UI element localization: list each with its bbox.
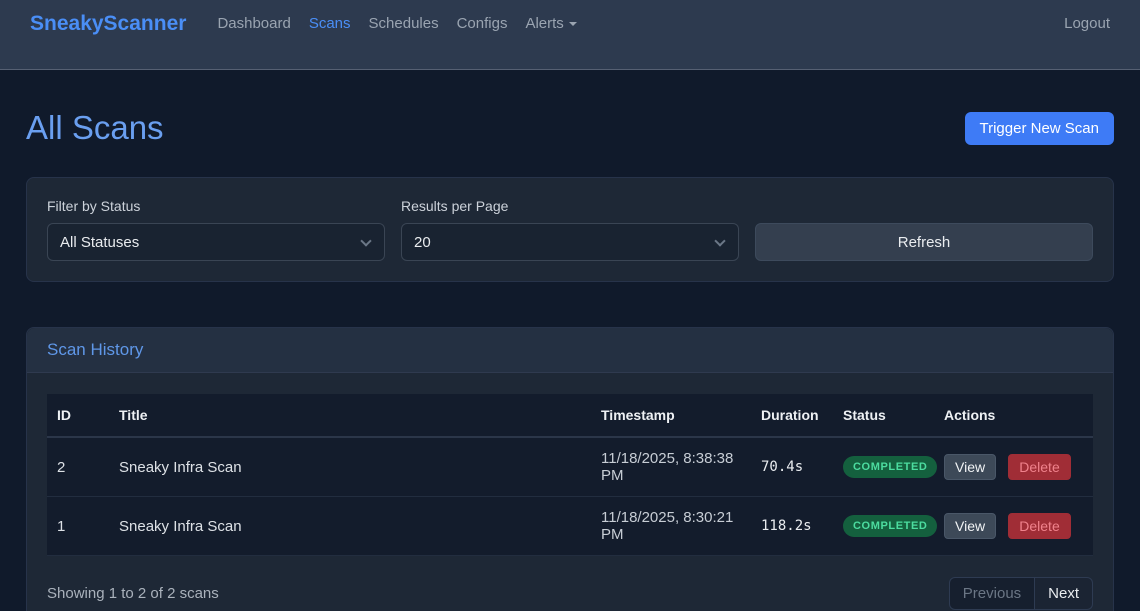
scan-status-cell: COMPLETED: [833, 497, 934, 556]
nav-item-alerts[interactable]: Alerts: [516, 9, 585, 38]
delete-button[interactable]: Delete: [1008, 454, 1070, 480]
status-badge: COMPLETED: [843, 515, 937, 537]
nav-item-schedules[interactable]: Schedules: [360, 9, 448, 38]
trigger-new-scan-button[interactable]: Trigger New Scan: [965, 112, 1115, 145]
scan-id: 2: [47, 437, 109, 497]
refresh-button[interactable]: Refresh: [755, 223, 1093, 261]
results-per-page-group: Results per Page 20: [401, 198, 739, 261]
page-title: All Scans: [26, 109, 164, 147]
scan-timestamp: 11/18/2025, 8:38:38 PM: [591, 437, 751, 497]
navbar: SneakyScanner Dashboard Scans Schedules …: [0, 0, 1140, 70]
showing-count-text: Showing 1 to 2 of 2 scans: [47, 585, 219, 602]
scan-history-card: Scan History ID Title Timestamp Duration…: [26, 327, 1114, 611]
column-header-actions: Actions: [934, 394, 1093, 437]
delete-button[interactable]: Delete: [1008, 513, 1070, 539]
column-header-duration: Duration: [751, 394, 833, 437]
filter-card: Filter by Status All Statuses Results pe…: [26, 177, 1114, 282]
pagination-next-button[interactable]: Next: [1035, 577, 1093, 610]
view-button[interactable]: View: [944, 513, 996, 539]
scan-duration: 118.2s: [751, 497, 833, 556]
column-header-timestamp: Timestamp: [591, 394, 751, 437]
pagination: Previous Next: [949, 577, 1093, 610]
scan-history-header: Scan History: [27, 328, 1113, 373]
scan-title: Sneaky Infra Scan: [109, 437, 591, 497]
scan-id: 1: [47, 497, 109, 556]
scan-status-cell: COMPLETED: [833, 437, 934, 497]
nav-item-scans[interactable]: Scans: [300, 9, 360, 38]
table-header-row: ID Title Timestamp Duration Status Actio…: [47, 394, 1093, 437]
scan-actions-cell: View Delete: [934, 497, 1093, 556]
table-row: 2 Sneaky Infra Scan 11/18/2025, 8:38:38 …: [47, 437, 1093, 497]
chevron-down-icon: [714, 235, 725, 246]
scan-history-table: ID Title Timestamp Duration Status Actio…: [47, 394, 1093, 556]
results-per-page-select[interactable]: 20: [401, 223, 739, 261]
table-footer: Showing 1 to 2 of 2 scans Previous Next: [47, 577, 1093, 610]
view-button[interactable]: View: [944, 454, 996, 480]
scan-duration: 70.4s: [751, 437, 833, 497]
status-badge: COMPLETED: [843, 456, 937, 478]
filter-status-label: Filter by Status: [47, 198, 385, 214]
scan-history-body: ID Title Timestamp Duration Status Actio…: [27, 373, 1113, 611]
column-header-title: Title: [109, 394, 591, 437]
chevron-down-icon: [360, 235, 371, 246]
navbar-inner: SneakyScanner Dashboard Scans Schedules …: [30, 9, 1110, 38]
brand-logo[interactable]: SneakyScanner: [30, 12, 186, 36]
nav-item-alerts-label: Alerts: [525, 15, 563, 32]
results-per-page-value: 20: [414, 234, 431, 251]
scan-title: Sneaky Infra Scan: [109, 497, 591, 556]
scan-timestamp: 11/18/2025, 8:30:21 PM: [591, 497, 751, 556]
scan-actions-cell: View Delete: [934, 437, 1093, 497]
caret-down-icon: [569, 22, 577, 26]
main-content: All Scans Trigger New Scan Filter by Sta…: [0, 109, 1140, 611]
page-header: All Scans Trigger New Scan: [26, 109, 1114, 147]
refresh-group: Refresh: [755, 198, 1093, 261]
nav-item-configs[interactable]: Configs: [448, 9, 517, 38]
logout-link[interactable]: Logout: [1064, 15, 1110, 32]
nav-links: Dashboard Scans Schedules Configs Alerts: [208, 9, 585, 38]
results-per-page-label: Results per Page: [401, 198, 739, 214]
filter-status-group: Filter by Status All Statuses: [47, 198, 385, 261]
status-filter-value: All Statuses: [60, 234, 139, 251]
table-row: 1 Sneaky Infra Scan 11/18/2025, 8:30:21 …: [47, 497, 1093, 556]
nav-item-dashboard[interactable]: Dashboard: [208, 9, 299, 38]
pagination-previous-button[interactable]: Previous: [949, 577, 1035, 610]
status-filter-select[interactable]: All Statuses: [47, 223, 385, 261]
column-header-status: Status: [833, 394, 934, 437]
column-header-id: ID: [47, 394, 109, 437]
